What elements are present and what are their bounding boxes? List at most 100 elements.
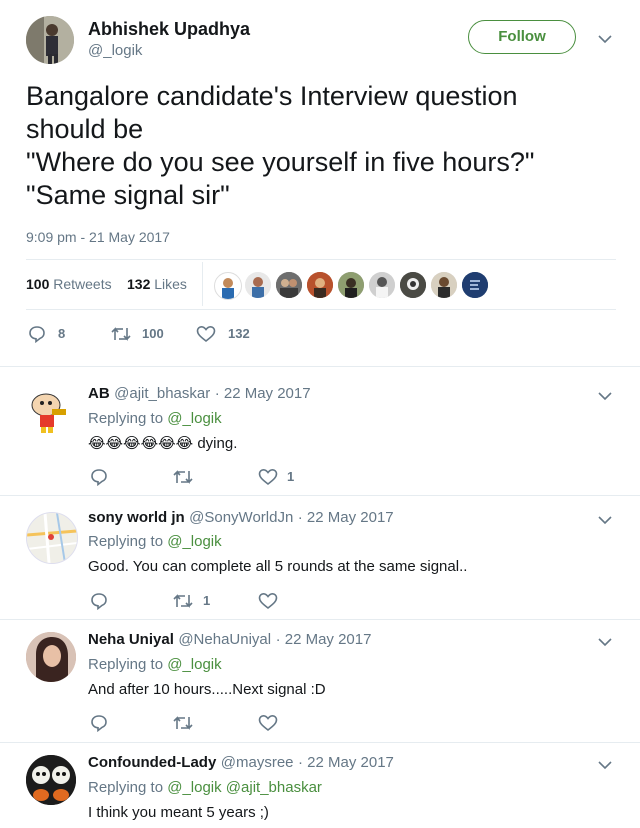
retweet-action[interactable] (172, 714, 194, 732)
reply-icon (91, 715, 107, 732)
replying-to: Replying to @_logik @ajit_bhaskar (88, 779, 322, 796)
reply-author-name[interactable]: sony world jn (88, 509, 185, 526)
author-avatar-image (26, 16, 74, 64)
liker-avatar[interactable] (214, 272, 242, 300)
reply-text: I think you meant 5 years ;) (88, 804, 269, 821)
reply-author-handle[interactable]: @SonyWorldJn (189, 509, 293, 526)
chevron-down-icon[interactable] (598, 760, 612, 770)
retweet-icon (173, 716, 193, 730)
skulls-avatar-image (26, 755, 76, 805)
chevron-down-icon[interactable] (598, 515, 612, 525)
tweet-timestamp[interactable]: 9:09 pm - 21 May 2017 (26, 229, 170, 245)
retweets-stat-count: 100 (26, 276, 50, 292)
reply-tweet[interactable]: AB @ajit_bhaskar · 22 May 2017 Replying … (0, 367, 640, 496)
retweet-action[interactable] (172, 468, 194, 486)
reply-action[interactable] (90, 714, 108, 732)
like-count: 1 (287, 469, 295, 484)
liker-avatar[interactable] (276, 272, 302, 298)
retweet-count: 100 (142, 326, 164, 341)
reply-header: Confounded-Lady @maysree · 22 May 2017 (88, 754, 394, 772)
liker-avatar[interactable] (245, 272, 271, 298)
reply-action[interactable] (90, 468, 108, 486)
reply-icon (91, 593, 107, 610)
retweets-stat-label: Retweets (53, 276, 112, 292)
like-count: 132 (228, 326, 250, 341)
replying-to-link[interactable]: @_logik (167, 656, 221, 673)
replying-to-prefix: Replying to (88, 656, 164, 673)
reply-author-name[interactable]: Confounded-Lady (88, 754, 216, 771)
replying-to-link[interactable]: @_logik (167, 533, 221, 550)
reply-tweet[interactable]: Confounded-Lady @maysree · 22 May 2017 R… (0, 743, 640, 828)
retweet-icon (173, 470, 193, 484)
replying-to: Replying to @_logik (88, 533, 222, 550)
tweet-text-line: "Same signal sir" (26, 180, 230, 210)
tweet-text-line: should be (26, 114, 144, 144)
like-action[interactable] (258, 714, 278, 732)
reply-tweet[interactable]: Neha Uniyal @NehaUniyal · 22 May 2017 Re… (0, 620, 640, 743)
author-name[interactable]: Abhishek Upadhya (88, 19, 250, 40)
heart-icon (258, 714, 278, 732)
replying-to: Replying to @_logik (88, 410, 222, 427)
likes-stat[interactable]: 132 Likes (127, 276, 187, 292)
reply-action[interactable]: 8 (28, 324, 78, 344)
reply-header: sony world jn @SonyWorldJn · 22 May 2017 (88, 509, 394, 527)
liker-avatars (214, 272, 494, 300)
liker-avatar[interactable] (431, 272, 457, 298)
map-avatar-image (27, 513, 77, 563)
heart-icon (258, 468, 278, 486)
reply-avatar[interactable] (26, 632, 76, 682)
chevron-down-icon[interactable] (598, 637, 612, 647)
reply-count: 8 (58, 326, 66, 341)
tweet-text-line: Bangalore candidate's Interview question (26, 81, 518, 111)
reply-avatar[interactable] (26, 755, 76, 805)
reply-date[interactable]: · 22 May 2017 (276, 631, 372, 648)
like-action[interactable]: 132 (196, 324, 256, 344)
stewie-avatar-image (31, 393, 66, 433)
reply-header: AB @ajit_bhaskar · 22 May 2017 (88, 385, 311, 403)
heart-icon (196, 325, 216, 343)
reply-avatar[interactable] (26, 385, 76, 435)
liker-avatar[interactable] (462, 272, 488, 298)
follow-button[interactable]: Follow (468, 20, 576, 54)
like-action[interactable] (258, 592, 278, 610)
tweet-text: Bangalore candidate's Interview question… (26, 80, 534, 212)
reply-author-handle[interactable]: @maysree (221, 754, 294, 771)
reply-icon (29, 326, 45, 343)
liker-avatar[interactable] (338, 272, 364, 298)
retweet-icon (173, 594, 193, 608)
liker-avatar[interactable] (400, 272, 426, 298)
retweets-stat[interactable]: 100 Retweets (26, 276, 112, 292)
reply-author-name[interactable]: AB (88, 385, 110, 402)
tweet-text-line: "Where do you see yourself in five hours… (26, 147, 535, 177)
reply-avatar[interactable] (26, 512, 78, 564)
reply-text: And after 10 hours.....Next signal :D (88, 681, 326, 698)
liker-avatar[interactable] (369, 272, 395, 298)
retweet-count: 1 (203, 593, 211, 608)
likes-stat-label: Likes (154, 276, 187, 292)
follow-button-label: Follow (498, 28, 546, 45)
author-avatar[interactable] (26, 16, 74, 64)
retweet-action[interactable]: 100 (110, 324, 170, 344)
reply-text: 😂😂😂😂😂😂 dying. (88, 435, 238, 452)
replying-to: Replying to @_logik (88, 656, 222, 673)
reply-date[interactable]: · 22 May 2017 (298, 509, 394, 526)
reply-author-handle[interactable]: @NehaUniyal (178, 631, 271, 648)
liker-avatar[interactable] (307, 272, 333, 298)
heart-icon (258, 592, 278, 610)
reply-date[interactable]: · 22 May 2017 (298, 754, 394, 771)
replying-to-link[interactable]: @_logik (167, 410, 221, 427)
chevron-down-icon[interactable] (598, 391, 612, 401)
reply-date[interactable]: · 22 May 2017 (215, 385, 311, 402)
author-handle[interactable]: @_logik (88, 42, 142, 59)
reply-author-handle[interactable]: @ajit_bhaskar (114, 385, 210, 402)
reply-tweet[interactable]: sony world jn @SonyWorldJn · 22 May 2017… (0, 496, 640, 620)
chevron-down-icon[interactable] (598, 34, 612, 44)
replying-to-link[interactable]: @_logik @ajit_bhaskar (167, 779, 322, 796)
reply-header: Neha Uniyal @NehaUniyal · 22 May 2017 (88, 631, 371, 649)
divider (26, 309, 616, 310)
replying-to-prefix: Replying to (88, 779, 164, 796)
reply-action[interactable] (90, 592, 108, 610)
reply-icon (91, 469, 107, 486)
profile-photo-image (26, 632, 76, 682)
reply-author-name[interactable]: Neha Uniyal (88, 631, 174, 648)
